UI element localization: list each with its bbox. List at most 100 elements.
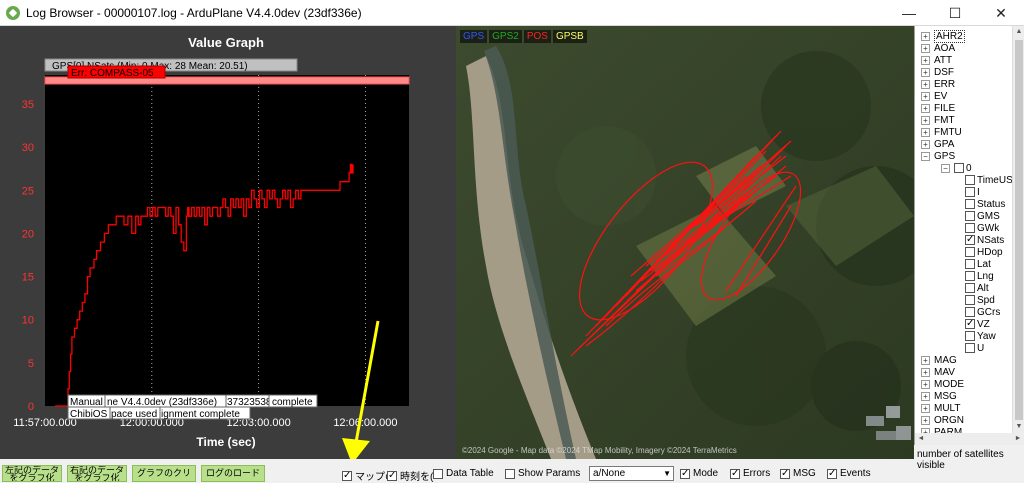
- time-sync-checkbox[interactable]: 時刻を(: [387, 468, 433, 483]
- graph-right-data-button[interactable]: 右記のデータ をグラフ化: [67, 465, 127, 482]
- tree-item[interactable]: Yaw: [965, 330, 996, 342]
- checkbox-icon[interactable]: [965, 175, 975, 185]
- tree-item[interactable]: + FMT: [921, 114, 955, 126]
- expand-icon[interactable]: +: [921, 79, 930, 89]
- tree-item[interactable]: + MAG: [921, 354, 957, 366]
- checkbox-icon[interactable]: [965, 318, 975, 329]
- field-tree[interactable]: + AHR2 + AOA + ATT + DSF + ERR + EV + FILE + FMT + FMTU + G…: [914, 26, 1024, 433]
- close-button[interactable]: ✕: [978, 0, 1024, 26]
- collapse-icon[interactable]: −: [941, 163, 950, 173]
- expand-icon[interactable]: +: [921, 139, 930, 149]
- tree-item[interactable]: Alt: [965, 282, 989, 294]
- maximize-button[interactable]: ☐: [932, 0, 978, 26]
- tree-item-label: ATT: [934, 54, 953, 66]
- expand-icon[interactable]: +: [921, 391, 930, 401]
- map-panel[interactable]: GPS GPS2 POS GPSB ©2024 Google - Map dat…: [456, 26, 914, 459]
- checkbox-icon[interactable]: [965, 283, 975, 293]
- scroll-right-icon[interactable]: ►: [1012, 433, 1024, 445]
- errors-checkbox[interactable]: Errors: [730, 468, 770, 479]
- tree-item[interactable]: NSats: [965, 234, 1004, 246]
- checkbox-icon[interactable]: [965, 343, 975, 353]
- tree-item[interactable]: + EV: [921, 90, 947, 102]
- expand-icon[interactable]: +: [921, 115, 930, 125]
- tree-item[interactable]: + MODE: [921, 378, 964, 390]
- checkbox-icon[interactable]: [965, 307, 975, 317]
- scroll-thumb[interactable]: [1015, 40, 1023, 420]
- expand-icon[interactable]: +: [921, 67, 930, 77]
- expand-icon[interactable]: +: [921, 415, 930, 425]
- checkbox-icon[interactable]: [965, 234, 975, 245]
- tree-item[interactable]: + GPA: [921, 138, 954, 150]
- expand-icon[interactable]: +: [921, 403, 930, 413]
- tree-item[interactable]: −0: [941, 162, 972, 174]
- tree-item[interactable]: + PARM: [921, 426, 962, 433]
- minimize-button[interactable]: —: [886, 0, 932, 26]
- graph-left-data-button[interactable]: 左記のデータ をグラフ化: [2, 465, 62, 482]
- tree-item[interactable]: + MULT: [921, 402, 960, 414]
- mode-select[interactable]: a/None ▼: [589, 466, 674, 481]
- satellite-map[interactable]: [456, 26, 914, 459]
- clear-graph-button[interactable]: グラフのクリア: [132, 465, 196, 482]
- map-credit: ©2024 Google - Map data ©2024 TMap Mobil…: [462, 446, 737, 455]
- expand-icon[interactable]: +: [921, 103, 930, 113]
- tree-item[interactable]: + MAV: [921, 366, 955, 378]
- tree-scrollbar[interactable]: ▲ ▼: [1012, 26, 1024, 433]
- scroll-left-icon[interactable]: ◄: [915, 433, 927, 445]
- checkbox-icon[interactable]: [954, 163, 964, 173]
- expand-icon[interactable]: +: [921, 355, 930, 365]
- tree-item[interactable]: − GPS: [921, 150, 955, 162]
- show-params-checkbox[interactable]: Show Params: [505, 468, 580, 479]
- tree-item[interactable]: Spd: [965, 294, 995, 306]
- checkbox-icon[interactable]: [965, 187, 975, 197]
- scroll-down-icon[interactable]: ▼: [1013, 421, 1024, 433]
- expand-icon[interactable]: +: [921, 31, 930, 41]
- expand-icon[interactable]: +: [921, 127, 930, 137]
- checkbox-icon[interactable]: [965, 247, 975, 257]
- tree-hscrollbar[interactable]: ◄ ►: [914, 433, 1024, 445]
- tree-item[interactable]: VZ: [965, 318, 990, 330]
- tree-item[interactable]: + DSF: [921, 66, 954, 78]
- msg-checkbox[interactable]: MSG: [780, 468, 816, 479]
- tree-item[interactable]: + AOA: [921, 42, 955, 54]
- tree-item[interactable]: + ATT: [921, 54, 952, 66]
- events-checkbox[interactable]: Events: [827, 468, 871, 479]
- tree-item[interactable]: GWk: [965, 222, 999, 234]
- checkbox-icon[interactable]: [965, 211, 975, 221]
- tree-item[interactable]: Lng: [965, 270, 994, 282]
- expand-icon[interactable]: +: [921, 43, 930, 53]
- expand-icon[interactable]: +: [921, 367, 930, 377]
- expand-icon[interactable]: +: [921, 55, 930, 65]
- checkbox-icon[interactable]: [965, 271, 975, 281]
- tree-item-label: 0: [966, 162, 972, 174]
- tree-item-label: VZ: [977, 318, 990, 330]
- load-log-button[interactable]: ログのロード: [201, 465, 265, 482]
- legend-gps: GPS: [460, 30, 488, 43]
- checkbox-icon[interactable]: [965, 259, 975, 269]
- expand-icon[interactable]: +: [921, 379, 930, 389]
- tree-item[interactable]: + MSG: [921, 390, 957, 402]
- checkbox-icon[interactable]: [965, 199, 975, 209]
- tree-item[interactable]: I: [965, 186, 980, 198]
- tree-item[interactable]: + ORGN: [921, 414, 964, 426]
- graph-title: Value Graph: [188, 35, 264, 50]
- mode-checkbox[interactable]: Mode: [680, 468, 718, 479]
- tree-item[interactable]: + FILE: [921, 102, 955, 114]
- tree-item[interactable]: HDop: [965, 246, 1003, 258]
- tree-item[interactable]: + ERR: [921, 78, 955, 90]
- expand-icon[interactable]: +: [921, 91, 930, 101]
- data-table-checkbox[interactable]: Data Table: [433, 468, 494, 479]
- tree-item[interactable]: TimeUS: [965, 174, 1013, 186]
- y-tick-label: 5: [28, 358, 34, 370]
- checkbox-icon[interactable]: [965, 223, 975, 233]
- checkbox-icon[interactable]: [965, 295, 975, 305]
- tree-item[interactable]: + AHR2: [921, 29, 965, 43]
- collapse-icon[interactable]: −: [921, 151, 930, 161]
- tree-item[interactable]: + FMTU: [921, 126, 962, 138]
- tree-item[interactable]: GCrs: [965, 306, 1000, 318]
- checkbox-icon[interactable]: [965, 331, 975, 341]
- tree-item[interactable]: Lat: [965, 258, 991, 270]
- tree-item[interactable]: GMS: [965, 210, 1000, 222]
- scroll-up-icon[interactable]: ▲: [1013, 26, 1024, 38]
- tree-item[interactable]: Status: [965, 198, 1005, 210]
- tree-item[interactable]: U: [965, 342, 984, 354]
